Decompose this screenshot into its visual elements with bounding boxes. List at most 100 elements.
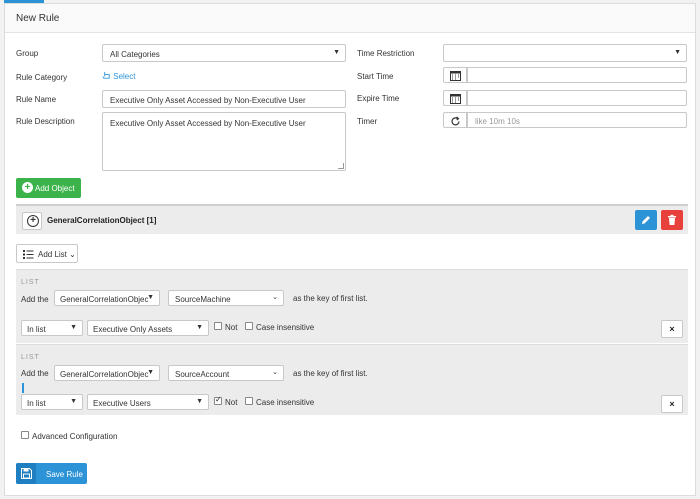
timer-label: Timer <box>357 117 378 126</box>
list-operator-select[interactable]: In list ▼ <box>21 320 83 336</box>
timer-placeholder: like 10m 10s <box>475 117 520 126</box>
list-operator-value: In list <box>27 399 46 408</box>
time-restriction-label: Time Restriction <box>357 49 415 58</box>
timer-icon-addon[interactable] <box>443 112 467 128</box>
rule-description-textarea[interactable]: Executive Only Asset Accessed by Non-Exe… <box>102 112 346 171</box>
start-time-input[interactable] <box>467 67 687 83</box>
not-label: Not <box>225 323 238 332</box>
list-caption: LIST <box>21 279 40 286</box>
add-the-label: Add the <box>21 369 49 378</box>
calendar-icon-addon[interactable] <box>443 67 467 83</box>
new-rule-panel: New Rule Group All Categories ▼ Rule Cat… <box>4 3 696 496</box>
list-field-value: SourceAccount <box>175 370 230 379</box>
expire-time-label: Expire Time <box>357 94 400 103</box>
add-object-label: Add Object <box>35 184 75 193</box>
case-insensitive-checkbox[interactable] <box>245 322 253 330</box>
time-restriction-select[interactable]: ▼ <box>443 44 687 62</box>
caret-down-icon: ▼ <box>674 49 681 56</box>
rule-category-select-link[interactable]: Select <box>102 71 135 81</box>
correlation-object-bar: + GeneralCorrelationObject [1] <box>16 204 688 234</box>
text-cursor <box>22 383 24 393</box>
expire-time-input[interactable] <box>467 90 687 106</box>
rule-description-value: Executive Only Asset Accessed by Non-Exe… <box>110 119 306 128</box>
list-name-select[interactable]: Executive Users ▼ <box>87 394 209 410</box>
pencil-icon <box>642 216 650 224</box>
panel-header: New Rule <box>5 4 695 33</box>
list-object-value: GeneralCorrelationObjec <box>60 370 149 379</box>
rule-category-select-text: Select <box>113 72 136 81</box>
case-insensitive-checkbox[interactable] <box>245 397 253 405</box>
chevron-down-icon: ⌄ <box>272 369 278 376</box>
caret-down-icon: ▼ <box>196 324 203 331</box>
rule-name-value: Executive Only Asset Accessed by Non-Exe… <box>110 96 306 105</box>
list-object-value: GeneralCorrelationObjec <box>60 295 149 304</box>
start-time-label: Start Time <box>357 72 394 81</box>
advanced-configuration-checkbox[interactable] <box>21 431 29 439</box>
pointer-hand-icon <box>102 71 110 79</box>
caret-down-icon: ▼ <box>196 398 203 405</box>
chevron-down-icon: ⌄ <box>69 250 76 259</box>
advanced-configuration-label: Advanced Configuration <box>32 432 118 441</box>
object-name: GeneralCorrelationObject [1] <box>47 216 157 225</box>
calendar-icon-addon[interactable] <box>443 90 467 106</box>
list-field-select[interactable]: SourceMachine ⌄ <box>168 290 284 306</box>
add-the-label: Add the <box>21 295 49 304</box>
floppy-disk-icon <box>21 468 32 479</box>
not-checkbox[interactable] <box>214 322 222 330</box>
add-list-label: Add List ⌄ <box>38 250 76 259</box>
caret-down-icon: ▼ <box>70 398 77 405</box>
list-name-select[interactable]: Executive Only Assets ▼ <box>87 320 209 336</box>
rule-name-label: Rule Name <box>16 95 57 104</box>
page-title: New Rule <box>16 13 60 24</box>
calendar-icon <box>450 94 461 104</box>
caret-down-icon: ▼ <box>70 324 77 331</box>
rule-description-label: Rule Description <box>16 117 75 126</box>
add-object-button[interactable]: + Add Object <box>16 178 81 198</box>
rule-category-label: Rule Category <box>16 73 68 82</box>
resize-handle-icon[interactable] <box>338 163 344 169</box>
list-name-value: Executive Only Assets <box>93 325 173 334</box>
group-select[interactable]: All Categories ▼ <box>102 44 346 62</box>
delete-object-button[interactable] <box>661 210 683 230</box>
caret-down-icon: ▼ <box>147 369 154 376</box>
list-field-value: SourceMachine <box>175 295 231 304</box>
list-icon <box>23 250 34 259</box>
list-operator-value: In list <box>27 325 46 334</box>
key-description: as the key of first list. <box>293 294 368 303</box>
group-select-value: All Categories <box>110 50 160 59</box>
save-icon-box <box>16 463 36 484</box>
list-block-1: LIST Add the GeneralCorrelationObjec ▼ S… <box>16 269 688 343</box>
case-insensitive-label: Case insensitive <box>256 398 315 407</box>
chevron-down-icon: ⌄ <box>272 294 278 301</box>
caret-down-icon: ▼ <box>333 49 340 56</box>
plus-circle-icon: + <box>22 182 33 193</box>
rule-name-input[interactable]: Executive Only Asset Accessed by Non-Exe… <box>102 90 346 108</box>
trash-icon <box>668 214 676 225</box>
list-caption: LIST <box>21 354 40 361</box>
list-object-select[interactable]: GeneralCorrelationObjec ▼ <box>54 365 160 381</box>
list-object-select[interactable]: GeneralCorrelationObjec ▼ <box>54 290 160 306</box>
case-insensitive-label: Case insensitive <box>256 323 315 332</box>
not-checkbox[interactable] <box>214 395 222 405</box>
refresh-icon <box>451 116 460 126</box>
list-name-value: Executive Users <box>93 399 151 408</box>
plus-circle-icon: + <box>27 215 39 227</box>
key-description: as the key of first list. <box>293 369 368 378</box>
list-operator-select[interactable]: In list ▼ <box>21 394 83 410</box>
remove-list-button[interactable]: × <box>661 395 683 413</box>
not-label: Not <box>225 398 238 407</box>
list-field-select[interactable]: SourceAccount ⌄ <box>168 365 284 381</box>
caret-down-icon: ▼ <box>147 294 154 301</box>
close-icon: × <box>669 399 675 409</box>
expand-object-button[interactable]: + <box>22 212 42 230</box>
save-rule-label: Save Rule <box>46 470 83 479</box>
close-icon: × <box>669 324 675 334</box>
add-list-dropdown[interactable]: Add List ⌄ <box>16 244 78 263</box>
save-rule-button[interactable]: Save Rule <box>16 463 87 484</box>
list-block-2: LIST Add the GeneralCorrelationObjec ▼ S… <box>16 344 688 415</box>
calendar-icon <box>450 71 461 81</box>
group-label: Group <box>16 49 39 58</box>
edit-object-button[interactable] <box>635 210 657 230</box>
remove-list-button[interactable]: × <box>661 320 683 338</box>
timer-input[interactable]: like 10m 10s <box>467 112 687 128</box>
